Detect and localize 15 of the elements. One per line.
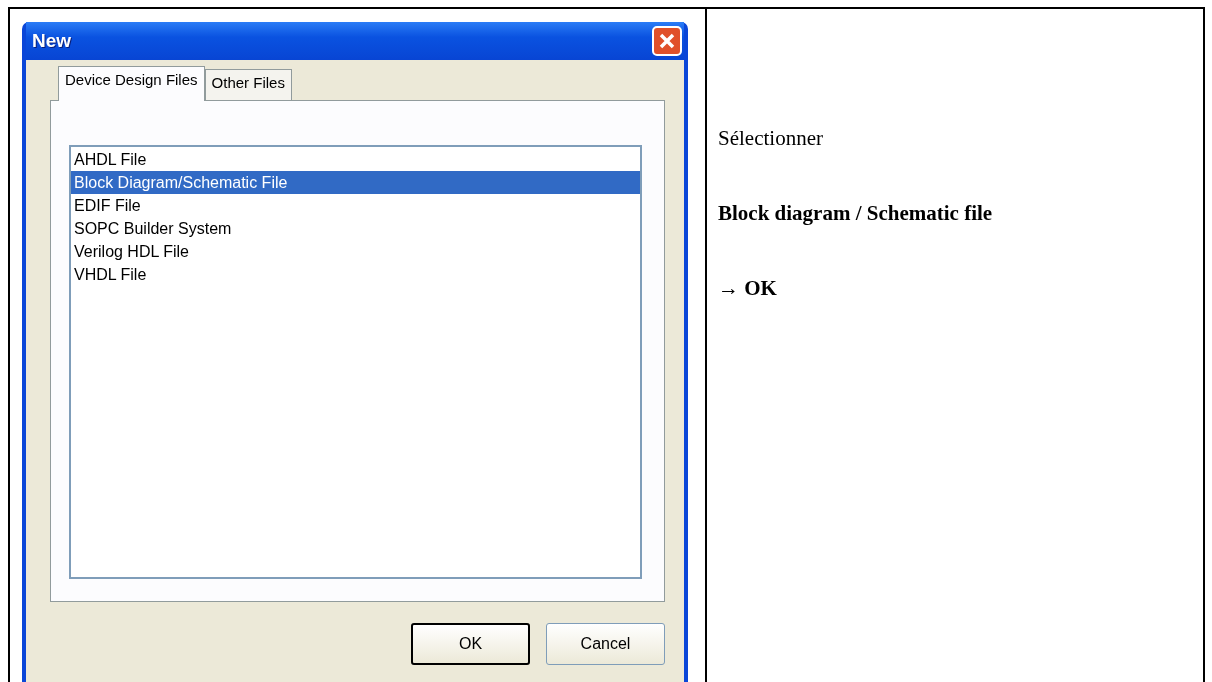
list-item[interactable]: VHDL File bbox=[71, 263, 640, 286]
list-item[interactable]: EDIF File bbox=[71, 194, 640, 217]
tab[interactable]: Other Files bbox=[204, 69, 292, 100]
list-item[interactable]: Block Diagram/Schematic File bbox=[71, 171, 640, 194]
instruction-text: Block diagram / Schematic file bbox=[718, 201, 994, 226]
instruction-text: Sélectionner bbox=[718, 126, 824, 151]
tab[interactable]: Device Design Files bbox=[58, 66, 205, 101]
list-item[interactable]: SOPC Builder System bbox=[71, 217, 640, 240]
dialog-title: New bbox=[32, 30, 72, 52]
instruction-text: → OK bbox=[718, 276, 778, 301]
ok-button[interactable]: OK bbox=[411, 623, 530, 665]
cancel-button[interactable]: Cancel bbox=[546, 623, 665, 665]
close-icon[interactable] bbox=[652, 26, 682, 56]
list-item[interactable]: AHDL File bbox=[71, 148, 640, 171]
list-item[interactable]: Verilog HDL File bbox=[71, 240, 640, 263]
